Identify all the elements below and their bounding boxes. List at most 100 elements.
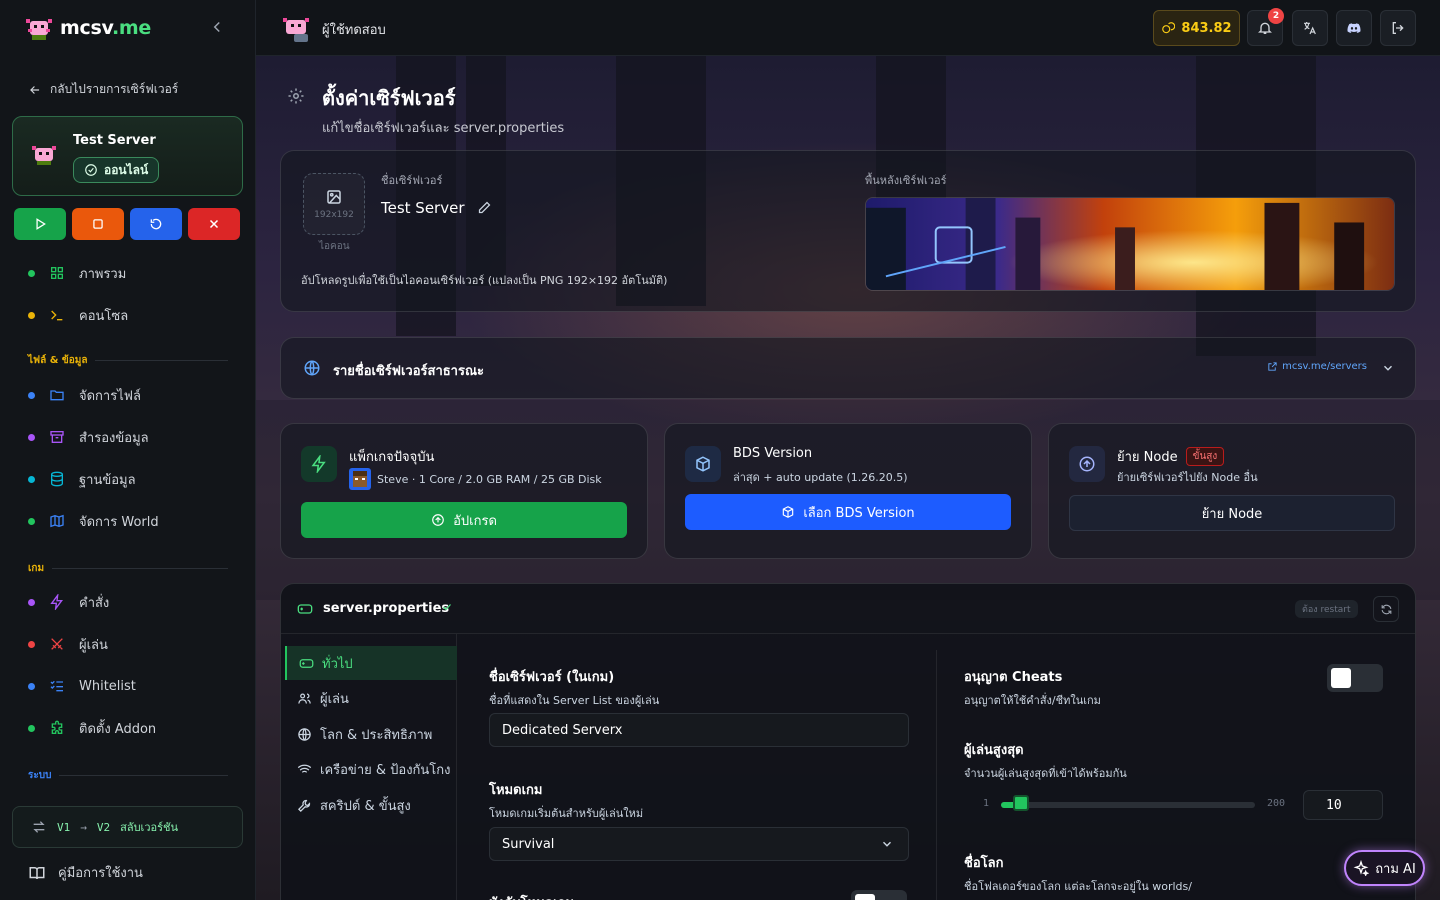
server-controls: [14, 208, 240, 240]
upgrade-button[interactable]: อัปเกรด: [301, 502, 627, 538]
sidebar: mcsv.me กลับไปรายการเซิร์ฟเวอร์ Test Ser…: [0, 0, 256, 900]
pencil-icon[interactable]: [477, 200, 492, 215]
collapse-sidebar-icon[interactable]: [208, 18, 226, 36]
restart-button[interactable]: [130, 208, 182, 240]
server-name-input[interactable]: Dedicated Serverx: [489, 713, 909, 747]
package-icon-box: [301, 446, 337, 482]
play-icon: [36, 218, 46, 230]
sidebar-item-commands[interactable]: คำสั่ง: [0, 581, 255, 623]
lightning-icon: [50, 594, 63, 610]
restart-note: ต้อง restart: [1295, 600, 1358, 618]
nav-game: คำสั่ง ผู้เล่น Whitelist ติดตั้ง Addon: [0, 581, 255, 749]
chevron-down-icon: [883, 841, 891, 847]
check-icon: [443, 604, 451, 611]
manual-link[interactable]: คู่มือการใช้งาน: [28, 862, 143, 883]
package-title: แพ็กเกจปัจจุบัน: [349, 450, 435, 465]
map-icon: [50, 514, 64, 528]
sidebar-item-console[interactable]: คอนโซล: [0, 294, 255, 336]
bds-title: BDS Version: [733, 446, 813, 461]
swap-icon: [33, 821, 45, 833]
tab-world[interactable]: โลก & ประสิทธิภาพ: [285, 717, 457, 751]
max-players-slider[interactable]: [1001, 795, 1255, 811]
version-switch-button[interactable]: V1 → V2 สลับเวอร์ชัน: [12, 806, 243, 848]
logout-icon: [1392, 22, 1404, 34]
package-card: แพ็กเกจปัจจุบัน Steve · 1 Core / 2.0 GB …: [280, 423, 648, 559]
slider-max: 200: [1267, 798, 1286, 809]
cheats-toggle[interactable]: [1327, 664, 1383, 692]
puzzle-icon: [51, 720, 63, 734]
back-to-servers-link[interactable]: กลับไปรายการเซิร์ฟเวอร์: [28, 80, 178, 99]
background-label: พื้นหลังเซิร์ฟเวอร์: [865, 174, 947, 187]
max-players-input[interactable]: 10: [1303, 790, 1383, 820]
server-identity-card: 192x192 ไอคอน ชื่อเซิร์ฟเวอร์ Test Serve…: [280, 150, 1416, 312]
status-dot: [28, 640, 35, 648]
user-avatar[interactable]: [280, 12, 312, 44]
gamepad-icon: [299, 658, 314, 668]
cube-icon: [783, 506, 794, 518]
database-icon: [51, 471, 63, 487]
sidebar-item-database[interactable]: ฐานข้อมูล: [0, 458, 255, 500]
tab-players[interactable]: ผู้เล่น: [285, 681, 457, 715]
language-button[interactable]: [1292, 10, 1328, 46]
status-dot: [28, 391, 35, 399]
list-check-icon: [50, 680, 63, 692]
check-circle-icon: [85, 164, 97, 176]
properties-tabs: ทั่วไป ผู้เล่น โลก & ประสิทธิภาพ เครือข่…: [281, 634, 457, 900]
sidebar-item-overview[interactable]: ภาพรวม: [0, 252, 255, 294]
brand-logo[interactable]: mcsv.me: [24, 10, 151, 46]
sidebar-item-players[interactable]: ผู้เล่น: [0, 623, 255, 665]
sidebar-item-addon[interactable]: ติดตั้ง Addon: [0, 707, 255, 749]
discord-button[interactable]: [1336, 10, 1372, 46]
sidebar-item-world[interactable]: จัดการ World: [0, 500, 255, 542]
book-icon: [29, 866, 45, 879]
users-icon: [298, 693, 311, 704]
select-bds-button[interactable]: เลือก BDS Version: [685, 494, 1011, 530]
steve-avatar: [349, 468, 371, 490]
coin-balance[interactable]: 843.82: [1153, 10, 1240, 46]
nav-main: ภาพรวม คอนโซล: [0, 252, 255, 336]
wrench-icon: [297, 799, 311, 812]
gamemode-select[interactable]: Survival: [489, 827, 909, 861]
status-dot: [28, 598, 35, 606]
node-detail: ย้ายเซิร์ฟเวอร์ไปยัง Node อื่น: [1117, 471, 1258, 484]
bds-detail: ล่าสุด + auto update (1.26.20.5): [733, 471, 908, 484]
gamepad-icon: [297, 604, 313, 614]
top-bar: ผู้ใช้ทดสอบ 843.82 2: [256, 0, 1440, 56]
chevron-down-icon[interactable]: [1381, 361, 1395, 375]
ask-ai-button[interactable]: ถาม AI: [1344, 850, 1425, 886]
start-button[interactable]: [14, 208, 66, 240]
gear-icon: [288, 88, 304, 104]
sidebar-item-whitelist[interactable]: Whitelist: [0, 665, 255, 707]
node-icon-box: [1069, 446, 1105, 482]
force-gamemode-toggle[interactable]: [851, 890, 907, 900]
lightning-icon: [311, 455, 326, 473]
server-icon-upload[interactable]: 192x192: [303, 173, 365, 235]
server-name-field: ชื่อเซิร์ฟเวอร์ (ในเกม) ชื่อที่แสดงใน Se…: [489, 670, 660, 707]
server-name-value: Test Server: [381, 199, 465, 217]
move-node-button[interactable]: ย้าย Node: [1069, 495, 1395, 531]
public-list-link[interactable]: mcsv.me/servers: [1267, 361, 1367, 372]
force-gamemode-field: บังคับโหมดเกม: [489, 892, 574, 900]
public-list-card[interactable]: รายชื่อเซิร์ฟเวอร์สาธารณะ mcsv.me/server…: [280, 337, 1416, 399]
tab-scripts[interactable]: สคริปต์ & ขั้นสูง: [285, 788, 457, 822]
refresh-button[interactable]: [1373, 596, 1399, 622]
tab-network[interactable]: เครือข่าย & ป้องกันโกง: [285, 752, 457, 786]
slider-thumb[interactable]: [1013, 795, 1029, 811]
kill-button[interactable]: [188, 208, 240, 240]
tab-general[interactable]: ทั่วไป: [285, 646, 457, 680]
stop-button[interactable]: [72, 208, 124, 240]
icon-caption: ไอคอน: [319, 241, 350, 252]
status-dot: [28, 433, 35, 441]
translate-icon: [1304, 22, 1316, 35]
status-dot: [28, 475, 35, 483]
server-background-image[interactable]: [865, 197, 1395, 291]
sidebar-item-files[interactable]: จัดการไฟล์: [0, 374, 255, 416]
stop-icon: [93, 219, 103, 229]
logout-button[interactable]: [1380, 10, 1416, 46]
sidebar-item-backup[interactable]: สำรองข้อมูล: [0, 416, 255, 458]
cheats-field: อนุญาต Cheats อนุญาตให้ใช้คำสั่ง/ชีทในเก…: [964, 670, 1101, 707]
nav-files: จัดการไฟล์ สำรองข้อมูล ฐานข้อมูล จัดการ …: [0, 374, 255, 542]
notification-count: 2: [1268, 8, 1284, 24]
node-card: ย้าย Node ขั้นสูง ย้ายเซิร์ฟเวอร์ไปยัง No…: [1048, 423, 1416, 559]
terminal-icon: [51, 310, 63, 321]
